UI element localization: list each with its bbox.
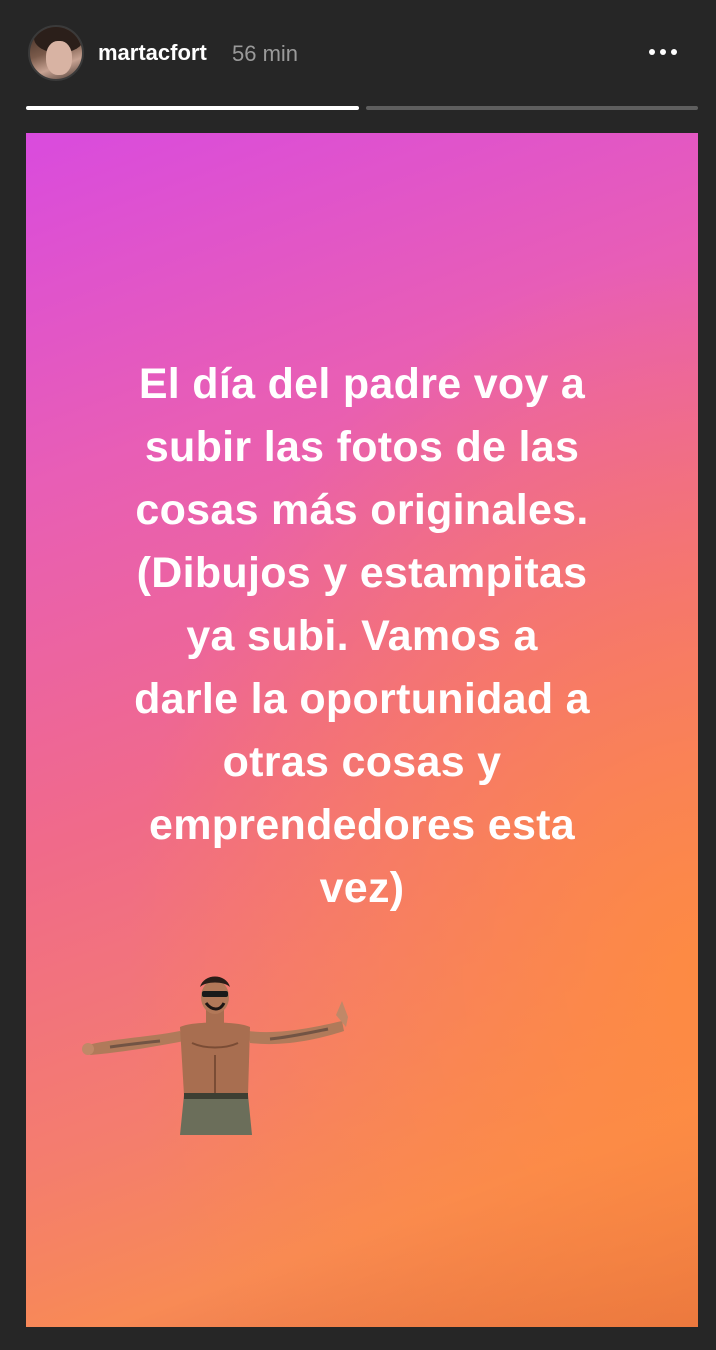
- username[interactable]: martacfort: [98, 40, 207, 66]
- shirtless-man-sticker: [82, 976, 348, 1135]
- sticker-pants: [180, 1095, 252, 1135]
- sticker-right-arm: [248, 1021, 344, 1045]
- sticker-sunglasses: [202, 991, 228, 997]
- avatar-face: [46, 41, 72, 75]
- story-header: martacfort 56 min: [0, 0, 716, 100]
- more-dot: [671, 49, 677, 55]
- story-progress-segment-2: [366, 106, 698, 110]
- story-progress-segment-1: [26, 106, 359, 110]
- sticker-left-hand: [82, 1043, 94, 1055]
- more-horizontal-icon: [649, 49, 655, 55]
- more-dot: [660, 49, 666, 55]
- story-text: El día del padre voy a subir las fotos d…: [134, 360, 590, 912]
- more-options-button[interactable]: [636, 30, 690, 74]
- post-time: 56 min: [232, 41, 299, 66]
- avatar[interactable]: [28, 25, 84, 81]
- story-content[interactable]: El día del padre voy a subir las fotos d…: [26, 133, 698, 1327]
